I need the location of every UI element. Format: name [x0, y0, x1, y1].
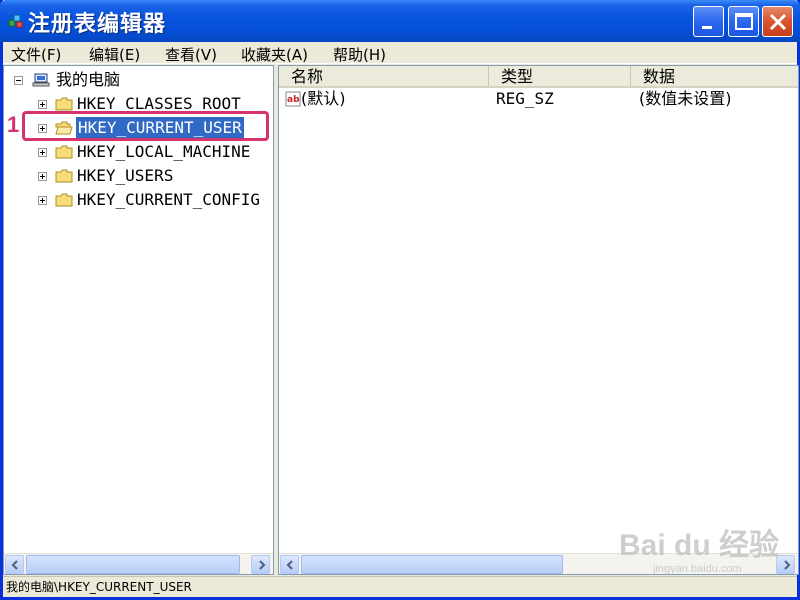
tree-item-hkey-local-machine[interactable]: HKEY_LOCAL_MACHINE — [4, 141, 272, 163]
computer-icon — [32, 73, 50, 87]
annotation-highlight-box — [22, 111, 269, 141]
arrow-right-icon — [259, 560, 266, 570]
minimize-button[interactable] — [693, 6, 724, 37]
value-list-pane[interactable]: 名称 类型 数据 ab (默认) REG_SZ (数值未设置) — [278, 65, 799, 575]
cell-type: REG_SZ — [496, 89, 554, 108]
maximize-button[interactable] — [728, 6, 759, 37]
title-bar[interactable]: 注册表编辑器 — [0, 0, 800, 42]
tree-item-hkey-current-config[interactable]: HKEY_CURRENT_CONFIG — [4, 189, 272, 211]
folder-icon — [55, 145, 73, 159]
folder-icon — [55, 169, 73, 183]
annotation-number: 1 — [7, 112, 20, 137]
column-header-data[interactable]: 数据 — [631, 66, 798, 86]
status-bar: 我的电脑\HKEY_CURRENT_USER — [3, 576, 797, 597]
tree-item-label: HKEY_LOCAL_MACHINE — [77, 142, 251, 161]
svg-text:ab: ab — [287, 95, 300, 105]
expand-icon[interactable] — [38, 148, 47, 157]
status-path: 我的电脑\HKEY_CURRENT_USER — [6, 580, 192, 594]
tree-item-label: HKEY_CURRENT_CONFIG — [77, 190, 261, 209]
list-header: 名称 类型 数据 — [279, 66, 798, 88]
scroll-left-button[interactable] — [5, 555, 24, 574]
scroll-thumb[interactable] — [301, 555, 563, 574]
cell-name: (默认) — [301, 89, 346, 108]
expand-icon[interactable] — [38, 172, 47, 181]
maximize-icon — [735, 13, 753, 30]
arrow-left-icon — [11, 560, 18, 570]
tree-root-label: 我的电脑 — [56, 70, 121, 89]
expand-icon[interactable] — [38, 100, 47, 109]
close-icon — [769, 13, 787, 31]
close-button[interactable] — [762, 6, 793, 37]
scroll-left-button[interactable] — [280, 555, 299, 574]
key-tree-pane[interactable]: 我的电脑 HKEY_CLASSES_ROOT HKEY_CURRENT_USER… — [3, 65, 274, 575]
arrow-left-icon — [286, 560, 293, 570]
tree-item-label: HKEY_USERS — [77, 166, 174, 185]
collapse-icon[interactable] — [14, 76, 23, 85]
baidu-watermark: Bai du 经验 — [619, 529, 780, 562]
arrow-right-icon — [784, 560, 791, 570]
menu-bar: 文件(F) 编辑(E) 查看(V) 收藏夹(A) 帮助(H) — [3, 42, 797, 64]
folder-icon — [55, 97, 73, 111]
regedit-icon — [8, 14, 23, 28]
menu-help[interactable]: 帮助(H) — [333, 44, 386, 65]
menu-edit[interactable]: 编辑(E) — [89, 44, 140, 65]
string-value-icon: ab — [285, 91, 301, 107]
menu-view[interactable]: 查看(V) — [165, 44, 217, 65]
column-header-name[interactable]: 名称 — [279, 66, 489, 86]
cell-data: (数值未设置) — [639, 89, 732, 108]
minimize-icon — [702, 26, 712, 29]
tree-horizontal-scrollbar[interactable] — [4, 553, 273, 574]
baidu-watermark-url: jingyan.baidu.com — [653, 563, 742, 575]
scroll-thumb[interactable] — [26, 555, 240, 574]
expand-icon[interactable] — [38, 196, 47, 205]
registry-editor-window: 注册表编辑器 文件(F) 编辑(E) 查看(V) 收藏夹(A) 帮助(H) 我的… — [0, 0, 800, 600]
menu-file[interactable]: 文件(F) — [11, 44, 61, 65]
scroll-right-button[interactable] — [251, 555, 270, 574]
tree-item-hkey-users[interactable]: HKEY_USERS — [4, 165, 272, 187]
column-header-type[interactable]: 类型 — [489, 66, 631, 86]
tree-root-row[interactable]: 我的电脑 — [4, 69, 272, 91]
window-title: 注册表编辑器 — [28, 12, 167, 37]
folder-icon — [55, 193, 73, 207]
menu-favorites[interactable]: 收藏夹(A) — [241, 44, 308, 65]
